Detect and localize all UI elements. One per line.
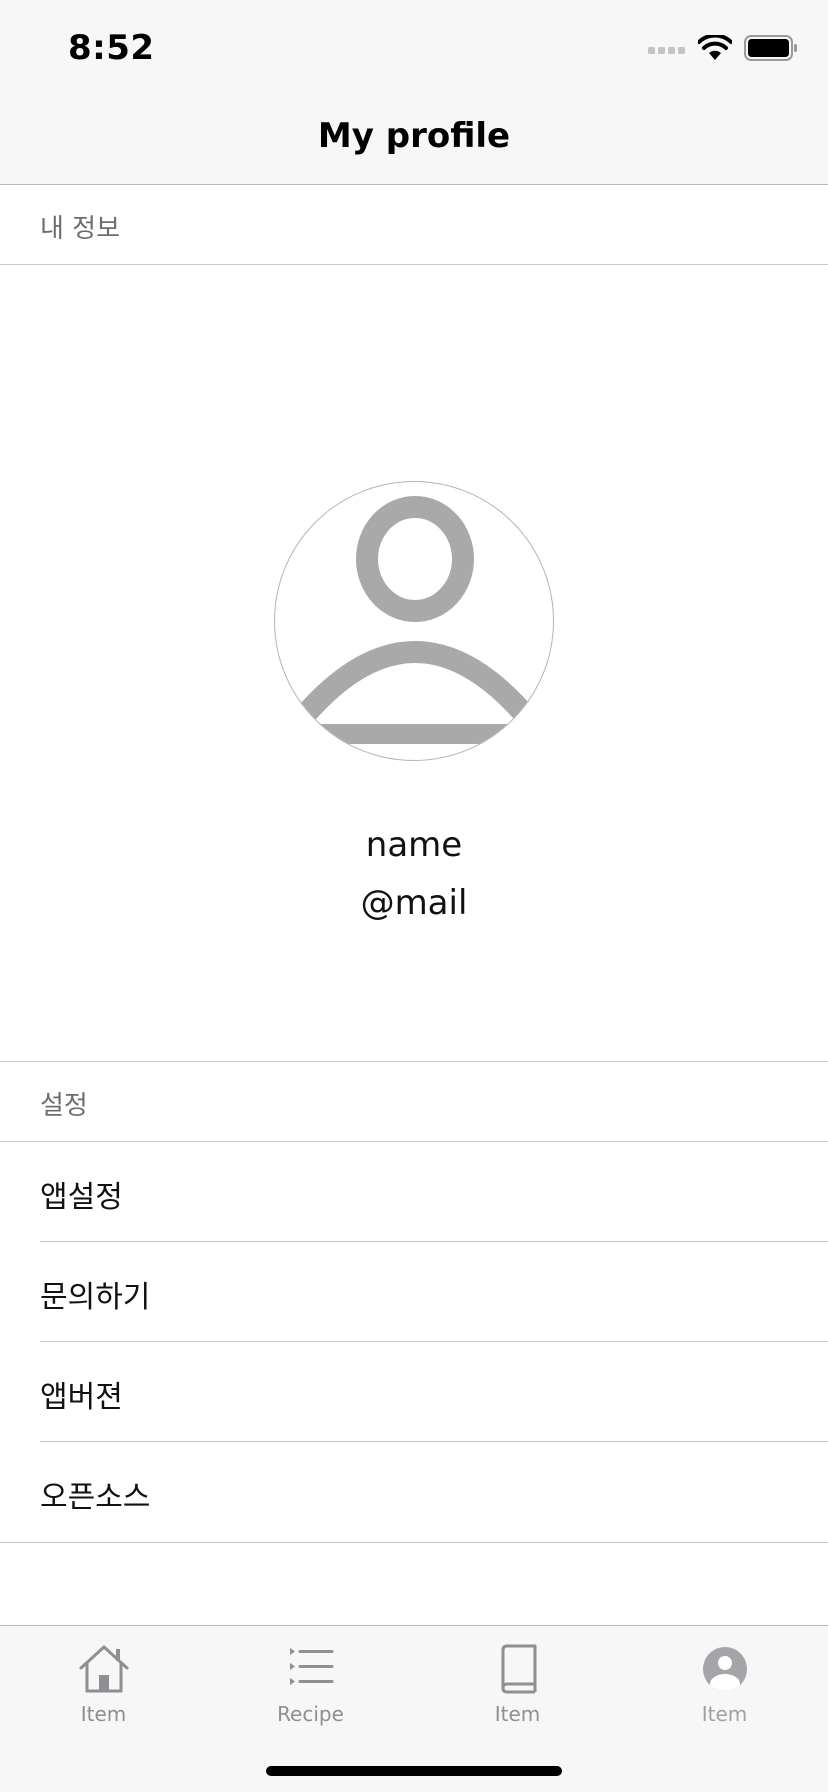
person-circle-icon	[698, 1644, 752, 1694]
settings-list: 앱설정 문의하기 앱버젼 오픈소스	[0, 1142, 828, 1543]
tab-item-home[interactable]: Item	[0, 1626, 207, 1726]
settings-item-app-settings[interactable]: 앱설정	[0, 1142, 828, 1242]
settings-item-open-source[interactable]: 오픈소스	[0, 1442, 828, 1542]
tab-label: Item	[701, 1702, 748, 1726]
house-icon	[77, 1644, 131, 1694]
settings-item-contact[interactable]: 문의하기	[0, 1242, 828, 1342]
section-header-label: 내 정보	[40, 214, 121, 244]
status-time: 8:52	[68, 28, 155, 68]
section-header-settings: 설정	[0, 1063, 828, 1142]
profile-email: @mail	[360, 883, 468, 923]
tab-label: Item	[494, 1702, 541, 1726]
person-placeholder-icon	[290, 496, 540, 744]
navigation-bar: My profile	[0, 94, 828, 185]
tab-recipe[interactable]: Recipe	[207, 1626, 414, 1726]
profile-name: name	[365, 825, 463, 865]
settings-item-label: 오픈소스	[40, 1480, 151, 1515]
section-header-profile: 내 정보	[0, 186, 828, 265]
tab-item-profile[interactable]: Item	[621, 1626, 828, 1726]
page-title: My profile	[317, 116, 511, 156]
list-icon	[284, 1644, 338, 1694]
avatar[interactable]	[274, 481, 554, 761]
status-bar: 8:52	[0, 0, 828, 94]
settings-item-label: 문의하기	[40, 1280, 151, 1315]
settings-item-label: 앱버젼	[40, 1380, 123, 1415]
home-indicator[interactable]	[266, 1766, 562, 1776]
wifi-icon	[697, 33, 733, 65]
tab-label: Item	[80, 1702, 127, 1726]
status-icons	[648, 33, 798, 66]
book-icon	[491, 1644, 545, 1694]
battery-icon	[744, 35, 798, 65]
profile-card: name @mail	[0, 265, 828, 1062]
cellular-signal-icon	[648, 41, 686, 60]
tab-label: Recipe	[277, 1702, 344, 1726]
settings-item-label: 앱설정	[40, 1180, 123, 1215]
settings-item-app-version[interactable]: 앱버젼	[0, 1342, 828, 1442]
tab-item-book[interactable]: Item	[414, 1626, 621, 1726]
section-header-label: 설정	[40, 1091, 88, 1121]
